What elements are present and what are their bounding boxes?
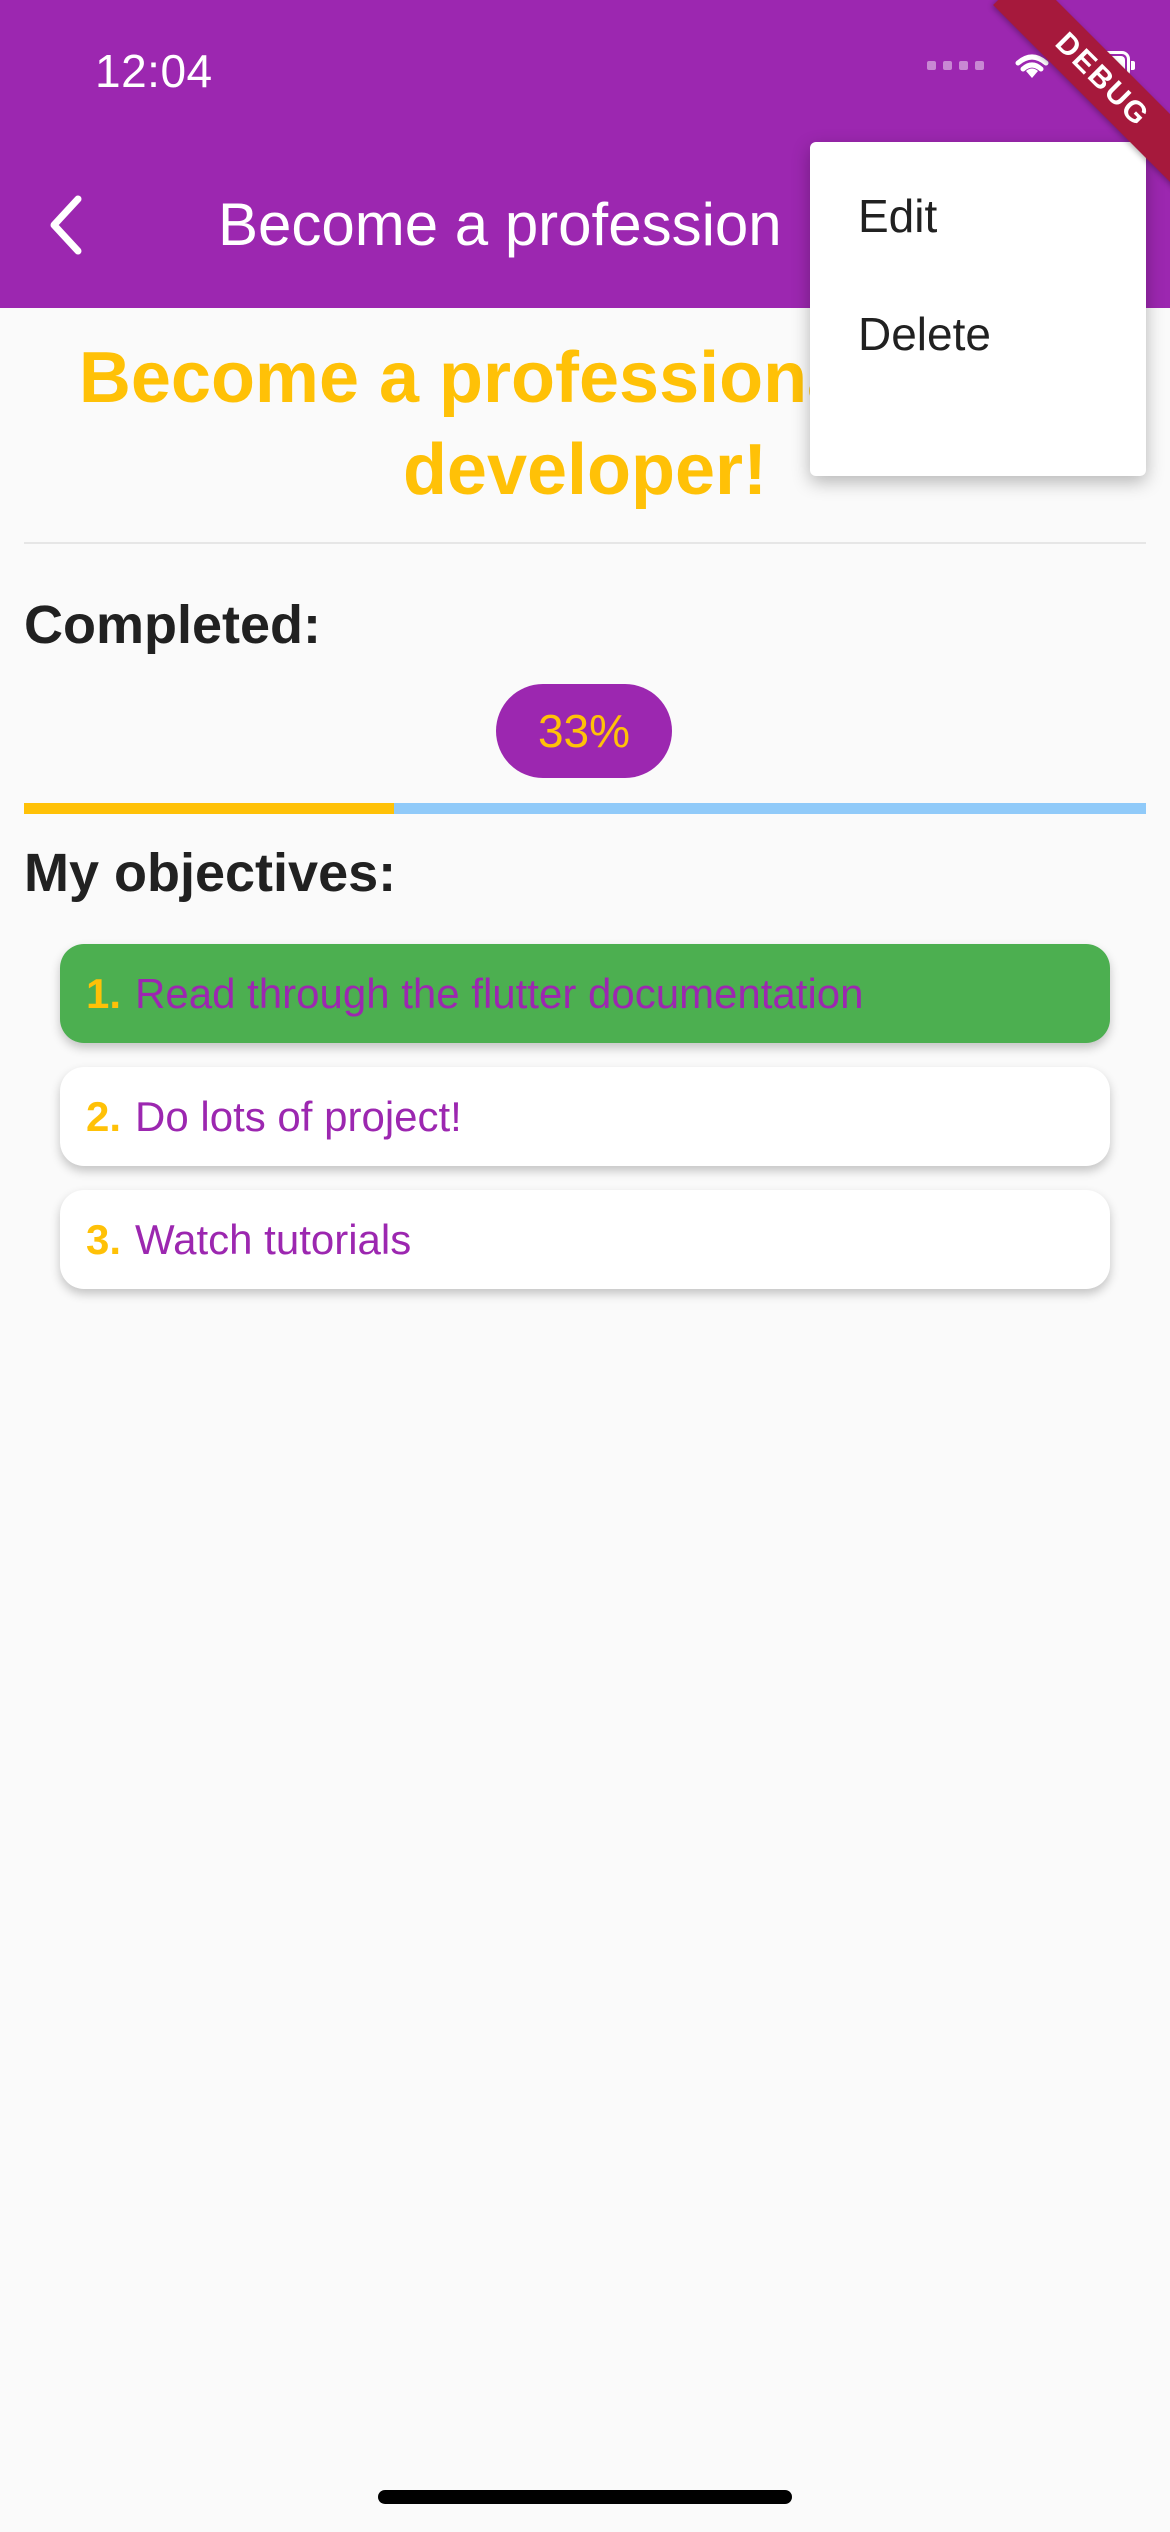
objectives-label: My objectives:	[24, 843, 397, 903]
back-button[interactable]	[36, 180, 96, 270]
menu-item-delete[interactable]: Delete	[810, 260, 1146, 408]
progress-bar	[24, 803, 1146, 814]
chevron-left-icon	[50, 195, 82, 255]
home-indicator	[378, 2490, 792, 2504]
signal-icon	[927, 60, 984, 70]
status-time: 12:04	[95, 45, 213, 97]
completed-label: Completed:	[24, 595, 321, 655]
divider	[24, 542, 1146, 544]
progress-percent-badge: 33%	[496, 684, 672, 778]
objective-number: 2.	[86, 1092, 122, 1140]
objective-item[interactable]: 3. Watch tutorials	[60, 1190, 1110, 1289]
objective-item[interactable]: 2. Do lots of project!	[60, 1067, 1110, 1166]
menu-item-edit[interactable]: Edit	[810, 170, 1146, 262]
objectives-list: 1. Read through the flutter documentatio…	[60, 944, 1110, 1313]
objective-text: Read through the flutter documentation	[135, 969, 864, 1017]
page-title: Become a profession	[218, 191, 782, 258]
objective-number: 1.	[86, 969, 122, 1017]
popup-menu: Edit Delete	[810, 142, 1146, 476]
progress-bar-fill	[24, 803, 395, 814]
objective-text: Watch tutorials	[135, 1215, 412, 1263]
objective-text: Do lots of project!	[135, 1092, 462, 1140]
objective-item[interactable]: 1. Read through the flutter documentatio…	[60, 944, 1110, 1043]
objective-number: 3.	[86, 1215, 122, 1263]
